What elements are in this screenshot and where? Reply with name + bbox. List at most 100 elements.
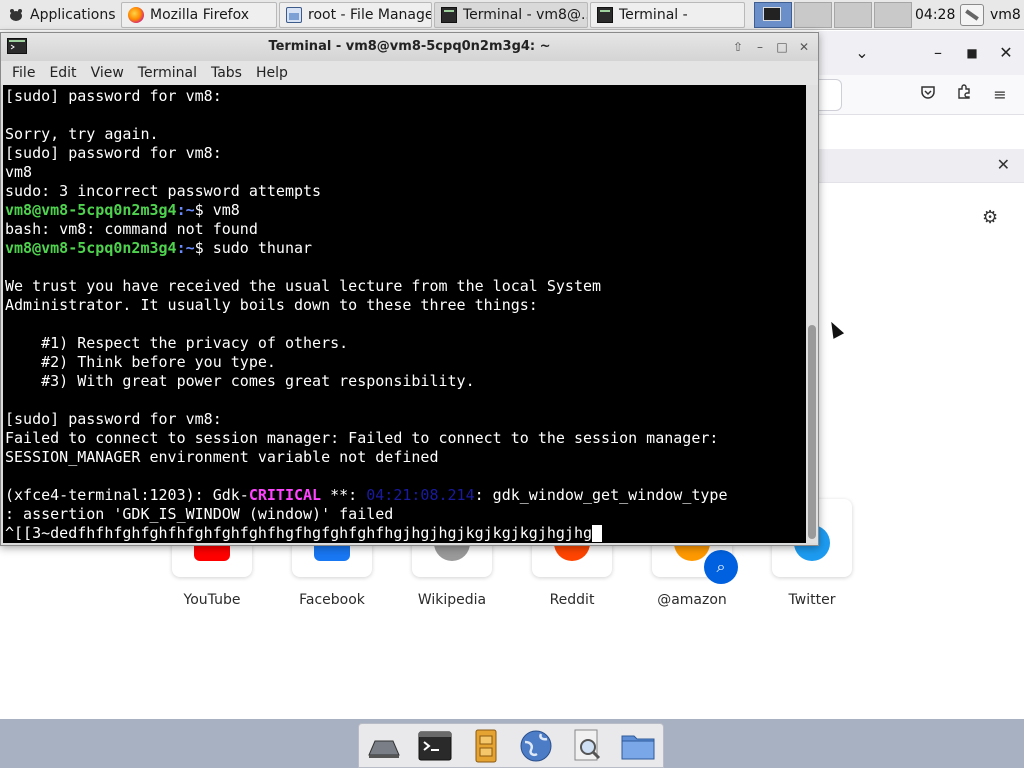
notification-bar: ✕	[818, 149, 1024, 183]
shortcut-label: Twitter	[788, 592, 836, 608]
prompt-user: vm8@vm8-5cpq0n2m3g4	[5, 239, 177, 257]
taskbar-label: Terminal - vm8@...	[463, 7, 588, 23]
tab-list-chevron-icon[interactable]: ⌄	[850, 41, 874, 65]
prompt-command: $ vm8	[194, 201, 240, 219]
menu-help[interactable]: Help	[249, 61, 295, 85]
maximize-button[interactable]: □	[773, 39, 791, 55]
terminal-line: [sudo] password for vm8:	[5, 410, 222, 428]
workspace-3[interactable]	[834, 2, 872, 28]
shortcut-label: YouTube	[183, 592, 241, 608]
taskbar-file-manager[interactable]: root - File Manager	[279, 2, 432, 28]
prompt-command: $ sudo thunar	[194, 239, 313, 257]
error-timestamp: 04:21:08.214	[366, 486, 475, 504]
prompt-path: :~	[176, 201, 195, 219]
menu-tabs[interactable]: Tabs	[204, 61, 249, 85]
gear-icon[interactable]: ⚙	[982, 207, 998, 228]
minimize-button[interactable]: –	[926, 41, 950, 65]
firefox-titlebar: ⌄ – ■ ✕	[818, 31, 1024, 75]
workspace-switcher	[754, 2, 912, 28]
menu-view[interactable]: View	[84, 61, 131, 85]
terminal-window[interactable]: Terminal - vm8@vm8-5cpq0n2m3g4: ~ ⇧ – □ …	[0, 32, 819, 546]
menu-terminal[interactable]: Terminal	[131, 61, 204, 85]
terminal-lines: [sudo] password for vm8: Sorry, try agai…	[5, 87, 728, 543]
shade-button[interactable]: ⇧	[729, 39, 747, 55]
workspace-1[interactable]	[754, 2, 792, 28]
close-button[interactable]: ✕	[795, 39, 813, 55]
applications-label: Applications	[30, 7, 116, 23]
folder-icon[interactable]	[619, 727, 657, 765]
file-manager-icon	[286, 7, 302, 23]
url-bar[interactable]	[818, 79, 842, 111]
close-icon[interactable]: ✕	[997, 155, 1010, 174]
taskbar-firefox[interactable]: Mozilla Firefox	[121, 2, 277, 28]
terminal-title: Terminal - vm8@vm8-5cpq0n2m3g4: ~	[268, 39, 551, 54]
terminal-input-line: ^[[3~dedfhfhfghfghfhfghfghfghfhgfhgfghfg…	[5, 524, 728, 543]
terminal-line: [sudo] password for vm8:	[5, 87, 222, 105]
taskbar-terminal-active[interactable]: Terminal - vm8@...	[434, 2, 588, 28]
extensions-icon[interactable]	[952, 83, 976, 107]
menu-file[interactable]: File	[5, 61, 42, 85]
critical-label: CRITICAL	[248, 486, 322, 504]
close-button[interactable]: ✕	[994, 41, 1018, 65]
pocket-icon[interactable]	[916, 83, 940, 107]
search-icon[interactable]: ⌕	[704, 550, 738, 584]
shortcut-label: Facebook	[299, 592, 365, 608]
terminal-error-line: (xfce4-terminal:1203): Gdk-CRITICAL **: …	[5, 486, 728, 505]
error-source: (xfce4-terminal:1203): Gdk-	[5, 486, 249, 504]
terminal-line: sudo: 3 incorrect password attempts	[5, 182, 322, 200]
terminal-menubar: File Edit View Terminal Tabs Help	[1, 61, 818, 85]
terminal-line: We trust you have received the usual lec…	[5, 277, 602, 295]
clock[interactable]: 04:28	[915, 0, 955, 30]
top-panel: Applications Mozilla Firefox root - File…	[0, 0, 1024, 30]
terminal-icon	[441, 7, 457, 23]
terminal-icon[interactable]	[416, 727, 454, 765]
terminal-output[interactable]: [sudo] password for vm8: Sorry, try agai…	[3, 85, 806, 543]
taskbar-label: root - File Manager	[308, 7, 432, 23]
mouse-pointer-icon	[825, 319, 845, 339]
terminal-line: bash: vm8: command not found	[5, 220, 258, 238]
network-icon[interactable]	[960, 4, 984, 26]
hamburger-menu-icon[interactable]: ≡	[988, 83, 1012, 107]
shortcut-label: @amazon	[657, 592, 727, 608]
show-desktop-icon[interactable]	[365, 727, 403, 765]
search-icon[interactable]	[568, 727, 606, 765]
xfce-mouse-icon	[10, 9, 22, 21]
typed-input: ^[[3~dedfhfhfghfghfhfghfghfghfhgfhgfghfg…	[5, 524, 592, 542]
terminal-icon	[597, 7, 613, 23]
maximize-button[interactable]: ■	[960, 41, 984, 65]
workspace-2[interactable]	[794, 2, 832, 28]
menu-edit[interactable]: Edit	[42, 61, 83, 85]
taskbar-label: Mozilla Firefox	[150, 7, 250, 23]
workspace-4[interactable]	[874, 2, 912, 28]
shortcut-label: Reddit	[549, 592, 595, 608]
dock	[358, 723, 664, 768]
user-menu[interactable]: vm8	[990, 0, 1021, 30]
terminal-line: #2) Think before you type.	[5, 353, 276, 371]
terminal-scrollbar[interactable]	[806, 85, 818, 543]
web-browser-icon[interactable]	[517, 727, 555, 765]
terminal-prompt-line: vm8@vm8-5cpq0n2m3g4:~$ sudo thunar	[5, 239, 728, 258]
terminal-line: SESSION_MANAGER environment variable not…	[5, 448, 439, 466]
scrollbar-thumb[interactable]	[808, 325, 816, 539]
firefox-icon	[128, 7, 144, 23]
terminal-line: [sudo] password for vm8:	[5, 144, 222, 162]
terminal-line: vm8	[5, 163, 33, 181]
shortcut-label: Wikipedia	[417, 592, 487, 608]
terminal-titlebar[interactable]: Terminal - vm8@vm8-5cpq0n2m3g4: ~ ⇧ – □ …	[1, 33, 818, 61]
taskbar-terminal[interactable]: Terminal -	[590, 2, 745, 28]
text-cursor	[592, 525, 602, 542]
terminal-line: Sorry, try again.	[5, 125, 159, 143]
terminal-line: #1) Respect the privacy of others.	[5, 334, 349, 352]
applications-menu-button[interactable]: Applications	[2, 2, 118, 28]
file-cabinet-icon[interactable]	[467, 727, 505, 765]
prompt-path: :~	[176, 239, 195, 257]
terminal-line: : assertion 'GDK_IS_WINDOW (window)' fai…	[5, 505, 394, 523]
prompt-user: vm8@vm8-5cpq0n2m3g4	[5, 201, 177, 219]
error-separator: **:	[321, 486, 367, 504]
minimize-button[interactable]: –	[751, 39, 769, 55]
firefox-navbar: ≡	[818, 75, 1024, 115]
error-message: : gdk_window_get_window_type	[474, 486, 728, 504]
